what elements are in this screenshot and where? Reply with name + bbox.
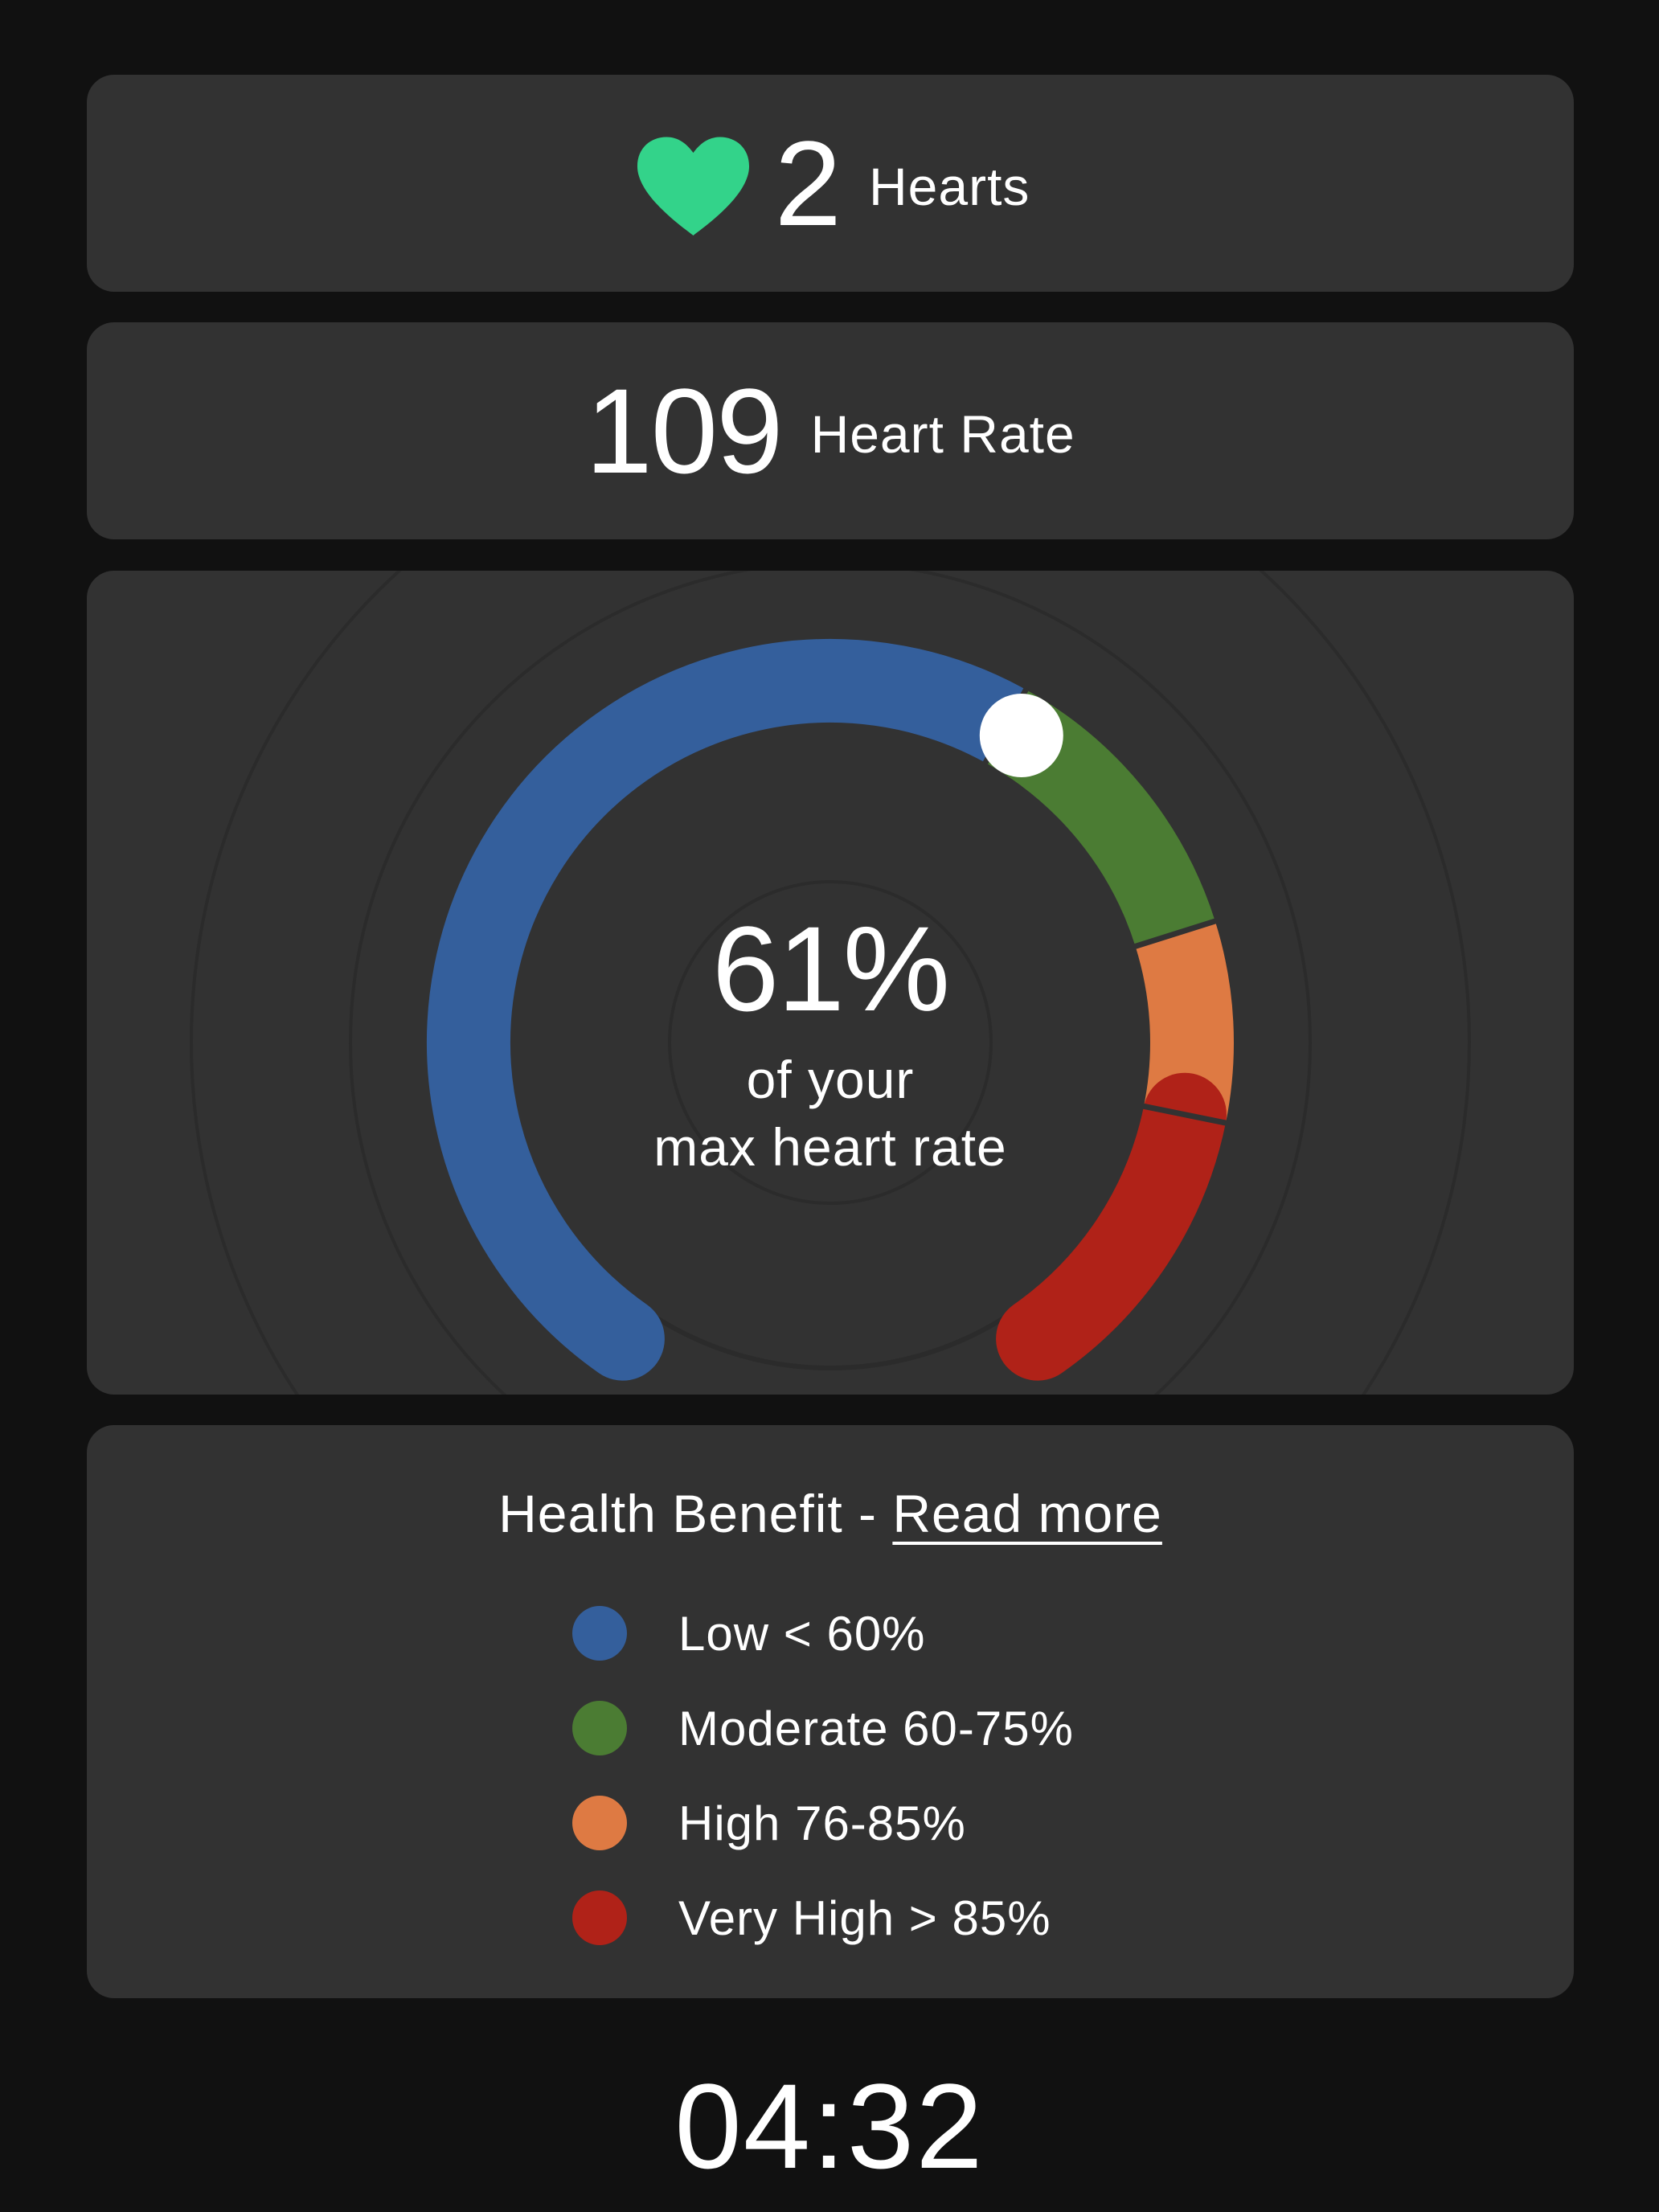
hearts-card: 2 Hearts: [87, 75, 1574, 292]
read-more-link[interactable]: Read more: [892, 1484, 1162, 1543]
heart-rate-card: 109 Heart Rate: [87, 322, 1574, 539]
hearts-count: 2: [774, 116, 842, 251]
legend-label-very-high: Very High > 85%: [678, 1890, 1051, 1945]
legend-item-very-high: Very High > 85%: [572, 1870, 1074, 1965]
health-benefit-heading: Health Benefit -: [498, 1484, 893, 1543]
legend-dot-low: [572, 1606, 627, 1661]
gauge-subtitle-line-1: of your: [746, 1050, 915, 1109]
heart-rate-value: 109: [585, 363, 783, 498]
gauge-percent: 61%: [711, 901, 950, 1036]
heart-icon: [637, 137, 749, 236]
legend-dot-moderate: [572, 1701, 627, 1755]
workout-timer: 04:32: [674, 2058, 985, 2194]
gauge-indicator: [979, 693, 1063, 777]
hearts-label: Hearts: [869, 157, 1030, 216]
legend-dot-high: [572, 1796, 627, 1850]
legend-label-low: Low < 60%: [678, 1606, 926, 1661]
health-benefit-legend: Low < 60% Moderate 60-75% High 76-85% Ve…: [572, 1586, 1074, 1965]
legend-item-low: Low < 60%: [572, 1586, 1074, 1681]
gauge-subtitle-line-2: max heart rate: [653, 1117, 1007, 1177]
heart-rate-gauge-card: 61% of your max heart rate: [87, 571, 1574, 1395]
heart-rate-label: Heart Rate: [810, 404, 1075, 464]
legend-label-high: High 76-85%: [678, 1796, 966, 1850]
legend-item-moderate: Moderate 60-75%: [572, 1681, 1074, 1776]
health-benefit-card: Health Benefit - Read more Low < 60% Mod…: [87, 1425, 1574, 1998]
legend-item-high: High 76-85%: [572, 1776, 1074, 1870]
health-benefit-title: Health Benefit - Read more: [87, 1483, 1574, 1544]
legend-label-moderate: Moderate 60-75%: [678, 1701, 1074, 1755]
legend-dot-very-high: [572, 1890, 627, 1945]
